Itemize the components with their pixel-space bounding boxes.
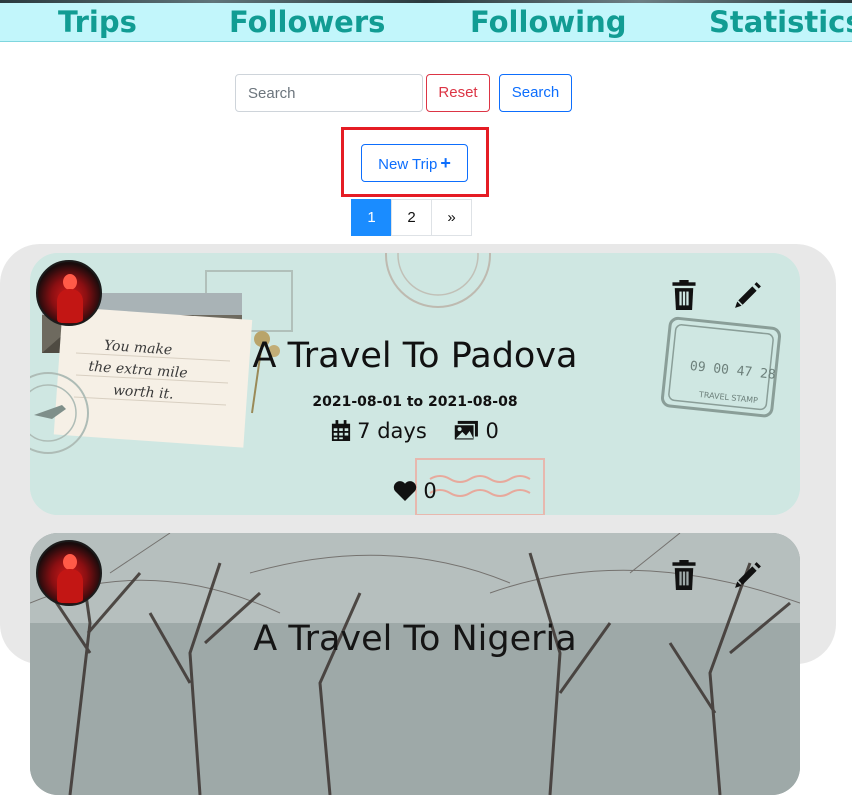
trash-icon[interactable] — [670, 560, 698, 590]
trip-duration: 7 days — [331, 419, 427, 443]
navbar: Trips Followers Following Statistics — [0, 3, 852, 42]
search-button[interactable]: Search — [499, 74, 572, 112]
page-next[interactable]: » — [431, 199, 472, 236]
trip-photos-count: 0 — [485, 419, 499, 443]
page-1[interactable]: 1 — [351, 199, 392, 236]
images-icon — [453, 420, 479, 441]
avatar[interactable] — [36, 260, 102, 326]
nav-following[interactable]: Following — [470, 3, 627, 41]
heart-icon[interactable] — [393, 481, 417, 501]
trash-icon[interactable] — [670, 280, 698, 310]
trip-photos: 0 — [453, 419, 499, 443]
nav-statistics[interactable]: Statistics — [709, 3, 852, 41]
trip-dates: 2021-08-01 to 2021-08-08 — [312, 394, 518, 410]
trip-card[interactable]: You make the extra mile worth it. 09 00 … — [30, 253, 800, 515]
trip-meta: 7 days 0 — [30, 419, 800, 447]
page-2[interactable]: 2 — [391, 199, 432, 236]
pencil-icon[interactable] — [734, 280, 762, 310]
plus-icon: + — [440, 153, 451, 173]
pagination: 1 2 » — [351, 199, 472, 236]
trip-likes-count: 0 — [423, 479, 437, 503]
new-trip-button[interactable]: New Trip + — [361, 144, 468, 182]
search-input[interactable] — [235, 74, 423, 112]
trip-title[interactable]: A Travel To Padova — [30, 336, 800, 376]
trip-days-text: 7 days — [357, 419, 427, 443]
pencil-icon[interactable] — [734, 560, 762, 590]
nav-trips[interactable]: Trips — [58, 3, 137, 41]
reset-button[interactable]: Reset — [426, 74, 490, 112]
new-trip-label: New Trip — [378, 156, 438, 173]
trip-card[interactable]: A Travel To Nigeria — [30, 533, 800, 795]
trip-title[interactable]: A Travel To Nigeria — [30, 619, 800, 659]
calendar-icon — [332, 420, 351, 441]
trip-likes: 0 — [30, 479, 800, 506]
avatar[interactable] — [36, 540, 102, 606]
nav-followers[interactable]: Followers — [229, 3, 385, 41]
